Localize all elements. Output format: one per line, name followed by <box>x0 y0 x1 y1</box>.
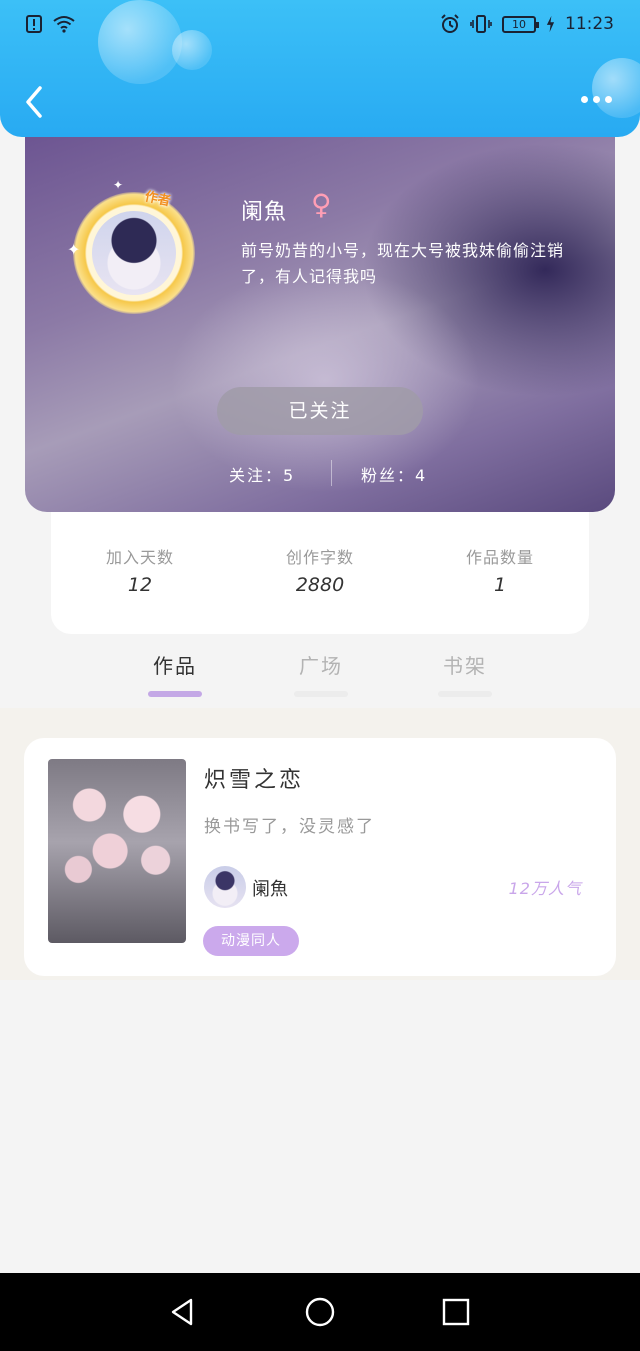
counter-value: 2880 <box>295 574 345 596</box>
counter-label: 加入天数 <box>105 548 174 567</box>
more-dots-icon <box>581 96 588 103</box>
tab-indicator <box>438 691 492 697</box>
status-bar: 10 11:23 <box>0 0 640 50</box>
counter-value: 12 <box>127 574 153 596</box>
book-cover-image <box>48 759 186 943</box>
tab-bookshelf[interactable]: 书架 <box>420 650 510 697</box>
charging-icon <box>546 15 555 33</box>
system-nav-bar <box>0 1273 640 1351</box>
counter-value: 1 <box>493 574 507 596</box>
follow-stats: 关注：5 粉丝：4 <box>25 460 615 488</box>
book-title: 炽雪之恋 <box>204 768 305 793</box>
nav-back-icon[interactable] <box>167 1296 199 1328</box>
user-name: 阑魚 <box>241 200 288 225</box>
battery-icon: 10 <box>502 15 539 33</box>
back-button[interactable] <box>20 84 52 120</box>
more-options-button[interactable] <box>581 96 612 103</box>
book-author: 阑魚 <box>252 879 288 900</box>
more-dot <box>605 96 612 103</box>
avatar-image <box>92 211 176 295</box>
top-header: 10 11:23 <box>0 0 640 137</box>
tab-works[interactable]: 作品 <box>130 650 220 697</box>
tab-label: 书架 <box>443 654 487 678</box>
tab-indicator <box>294 691 348 697</box>
popularity-count: 12万人气 <box>508 879 582 898</box>
book-description: 换书写了，没灵感了 <box>204 817 375 837</box>
profile-card: 作者 ✦ ✦ 阑魚 ♀ 前号奶昔的小号，现在大号被我妹偷偷注销了，有人记得我吗 … <box>25 120 615 512</box>
nav-recents-icon[interactable] <box>440 1296 472 1328</box>
list-item[interactable]: 炽雪之恋 换书写了，没灵感了 阑魚 12万人气 动漫同人 <box>24 738 616 976</box>
counter-label: 创作字数 <box>285 548 354 567</box>
tab-bar: 作品 广场 书架 <box>0 636 640 708</box>
genre-tag[interactable]: 动漫同人 <box>203 926 299 956</box>
counter-label: 作品数量 <box>465 548 534 567</box>
clock-time: 11:23 <box>565 14 614 34</box>
counter-works: 作品数量 1 <box>425 544 575 596</box>
stats-divider <box>331 460 332 486</box>
nav-home-icon[interactable] <box>304 1296 336 1328</box>
tab-label: 广场 <box>299 654 343 678</box>
alert-icon <box>26 15 42 33</box>
tab-indicator <box>148 691 202 697</box>
vibrate-icon <box>470 15 492 33</box>
sparkle-icon: ✦ <box>113 178 124 192</box>
avatar[interactable]: 作者 ✦ ✦ <box>67 178 195 314</box>
chevron-left-icon <box>26 86 42 118</box>
counter-word-count: 创作字数 2880 <box>245 544 395 596</box>
tab-label: 作品 <box>153 654 197 678</box>
stats-panel: 加入天数 12 创作字数 2880 作品数量 1 <box>51 512 589 634</box>
tab-square[interactable]: 广场 <box>276 650 366 697</box>
sparkle-icon: ✦ <box>67 240 81 259</box>
wifi-icon <box>53 16 75 33</box>
fans-count[interactable]: 粉丝：4 <box>361 462 427 486</box>
author-badge: 作者 <box>143 189 172 210</box>
counter-join-days: 加入天数 12 <box>65 544 215 596</box>
user-bio: 前号奶昔的小号，现在大号被我妹偷偷注销了，有人记得我吗 <box>241 241 565 286</box>
decor-bubble <box>592 58 640 118</box>
more-dot <box>593 96 600 103</box>
following-count[interactable]: 关注：5 <box>229 462 295 486</box>
follow-button[interactable]: 已关注 <box>217 387 423 435</box>
alarm-icon <box>441 14 459 33</box>
avatar <box>204 866 246 908</box>
female-gender-icon: ♀ <box>311 188 332 221</box>
